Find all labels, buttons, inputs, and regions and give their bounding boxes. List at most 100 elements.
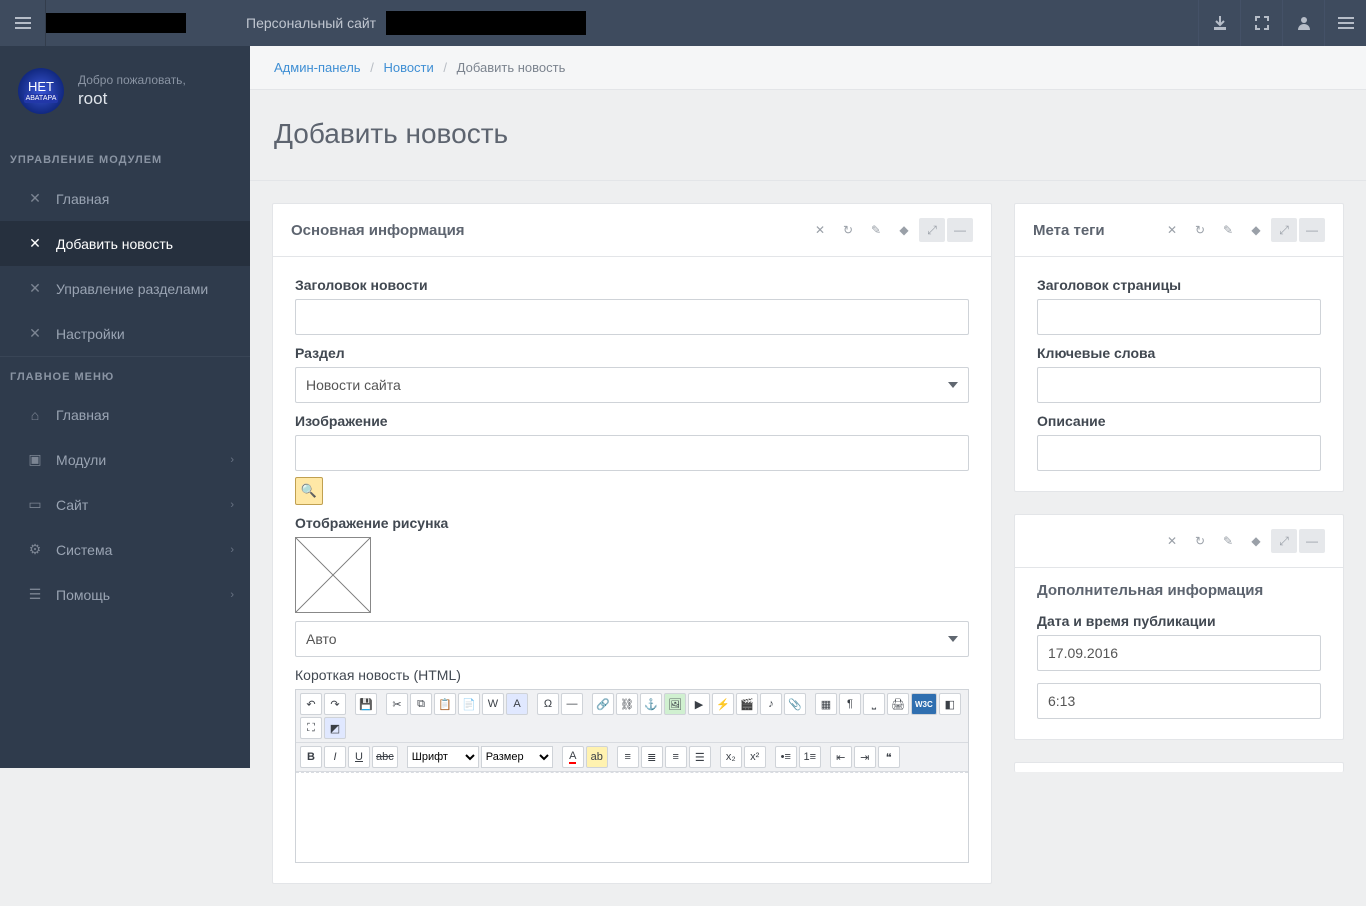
label-meta-title: Заголовок страницы bbox=[1037, 277, 1321, 293]
refresh-icon[interactable]: ↻ bbox=[835, 218, 861, 242]
input-meta-title[interactable] bbox=[1037, 299, 1321, 335]
refresh-icon[interactable]: ↻ bbox=[1187, 529, 1213, 553]
nav-module-settings[interactable]: ✕ Настройки bbox=[0, 311, 250, 356]
undo-icon[interactable]: ↶ bbox=[300, 693, 322, 715]
video-icon[interactable]: 🎬 bbox=[736, 693, 758, 715]
nav-module-home[interactable]: ✕ Главная bbox=[0, 176, 250, 221]
expand-icon[interactable]: ⤢ bbox=[919, 218, 945, 242]
user-icon[interactable] bbox=[1282, 0, 1324, 46]
hamburger-icon[interactable] bbox=[0, 0, 46, 46]
para-icon[interactable]: ¶ bbox=[839, 693, 861, 715]
w3c-icon[interactable]: W3C bbox=[911, 693, 937, 715]
nav-main-help[interactable]: ☰ Помощь › bbox=[0, 572, 250, 617]
input-news-title[interactable] bbox=[295, 299, 969, 335]
nav-module-sections[interactable]: ✕ Управление разделами bbox=[0, 266, 250, 311]
drop-icon[interactable]: ◆ bbox=[1243, 218, 1269, 242]
align-right-icon[interactable]: ≡ bbox=[665, 746, 687, 768]
input-pub-time[interactable] bbox=[1037, 683, 1321, 719]
menu-icon[interactable] bbox=[1324, 0, 1366, 46]
input-meta-description[interactable] bbox=[1037, 435, 1321, 471]
indent-icon[interactable]: ⇥ bbox=[854, 746, 876, 768]
size-select[interactable]: Размер bbox=[481, 746, 553, 768]
cut-icon[interactable]: ✂ bbox=[386, 693, 408, 715]
sub-icon[interactable]: x₂ bbox=[720, 746, 742, 768]
input-pub-date[interactable] bbox=[1037, 635, 1321, 671]
nav-module-add-news[interactable]: ✕ Добавить новость bbox=[0, 221, 250, 266]
eraser-icon[interactable]: ◧ bbox=[939, 693, 961, 715]
shuffle-icon: ✕ bbox=[24, 325, 46, 342]
nav-main-home[interactable]: ⌂ Главная bbox=[0, 393, 250, 437]
align-center-icon[interactable]: ≣ bbox=[641, 746, 663, 768]
refresh-icon[interactable]: ↻ bbox=[1187, 218, 1213, 242]
crumb-admin[interactable]: Админ-панель bbox=[274, 60, 361, 75]
input-image[interactable] bbox=[295, 435, 969, 471]
underline-icon[interactable]: U bbox=[348, 746, 370, 768]
collapse-icon[interactable]: — bbox=[1299, 529, 1325, 553]
drop-icon[interactable]: ◆ bbox=[891, 218, 917, 242]
audio-icon[interactable]: ♪ bbox=[760, 693, 782, 715]
input-meta-keywords[interactable] bbox=[1037, 367, 1321, 403]
media-icon[interactable]: ▶ bbox=[688, 693, 710, 715]
anchor-icon[interactable]: ⚓ bbox=[640, 693, 662, 715]
print-icon[interactable]: 🖨 bbox=[887, 693, 909, 715]
bg-color-icon[interactable]: ab bbox=[586, 746, 608, 768]
strike-icon[interactable]: abc bbox=[372, 746, 398, 768]
select-image-display[interactable]: Авто bbox=[295, 621, 969, 657]
expand-icon[interactable]: ⤢ bbox=[1271, 529, 1297, 553]
outdent-icon[interactable]: ⇤ bbox=[830, 746, 852, 768]
close-icon[interactable]: ✕ bbox=[1159, 218, 1185, 242]
quote-icon[interactable]: ❝ bbox=[878, 746, 900, 768]
select-all-icon[interactable]: A bbox=[506, 693, 528, 715]
paste-plain-icon[interactable]: 📄 bbox=[458, 693, 480, 715]
link-icon[interactable]: 🔗 bbox=[592, 693, 614, 715]
label-section: Раздел bbox=[295, 345, 969, 361]
browse-image-button[interactable]: 🔍 bbox=[295, 477, 323, 505]
panel-cutoff bbox=[1014, 762, 1344, 772]
crumb-news[interactable]: Новости bbox=[383, 60, 433, 75]
save-icon[interactable]: 💾 bbox=[355, 693, 377, 715]
bold-icon[interactable]: B bbox=[300, 746, 322, 768]
editor-body[interactable] bbox=[296, 772, 968, 862]
edit-icon[interactable]: ✎ bbox=[1215, 529, 1241, 553]
paste-word-icon[interactable]: W bbox=[482, 693, 504, 715]
sup-icon[interactable]: x² bbox=[744, 746, 766, 768]
expand-icon[interactable]: ⤢ bbox=[1271, 218, 1297, 242]
italic-icon[interactable]: I bbox=[324, 746, 346, 768]
nav-main-system[interactable]: ⚙ Система › bbox=[0, 527, 250, 572]
collapse-icon[interactable]: — bbox=[947, 218, 973, 242]
close-icon[interactable]: ✕ bbox=[1159, 529, 1185, 553]
drop-icon[interactable]: ◆ bbox=[1243, 529, 1269, 553]
text-color-icon[interactable]: A bbox=[562, 746, 584, 768]
select-section[interactable]: Новости сайта bbox=[295, 367, 969, 403]
download-icon[interactable] bbox=[1198, 0, 1240, 46]
source-icon[interactable]: ◩ bbox=[324, 717, 346, 739]
fullscreen-editor-icon[interactable]: ⛶ bbox=[300, 717, 322, 739]
table-icon[interactable]: ▦ bbox=[815, 693, 837, 715]
panel-main-title: Основная информация bbox=[291, 222, 807, 239]
flash-icon[interactable]: ⚡ bbox=[712, 693, 734, 715]
ol-icon[interactable]: 1≡ bbox=[799, 746, 821, 768]
file-icon[interactable]: 📎 bbox=[784, 693, 806, 715]
font-select[interactable]: Шрифт bbox=[407, 746, 479, 768]
shuffle-icon: ✕ bbox=[24, 190, 46, 207]
close-icon[interactable]: ✕ bbox=[807, 218, 833, 242]
paste-icon[interactable]: 📋 bbox=[434, 693, 456, 715]
align-left-icon[interactable]: ≡ bbox=[617, 746, 639, 768]
spacer-icon[interactable]: ⎵ bbox=[863, 693, 885, 715]
edit-icon[interactable]: ✎ bbox=[863, 218, 889, 242]
edit-icon[interactable]: ✎ bbox=[1215, 218, 1241, 242]
hr-icon[interactable]: — bbox=[561, 693, 583, 715]
gear-icon: ⚙ bbox=[24, 541, 46, 558]
redo-icon[interactable]: ↷ bbox=[324, 693, 346, 715]
collapse-icon[interactable]: — bbox=[1299, 218, 1325, 242]
html-editor: ↶ ↷ 💾 ✂ ⧉ 📋 📄 W A Ω bbox=[295, 689, 969, 863]
ul-icon[interactable]: •≡ bbox=[775, 746, 797, 768]
nav-main-site[interactable]: ▭ Сайт › bbox=[0, 482, 250, 527]
nav-main-modules[interactable]: ▣ Модули › bbox=[0, 437, 250, 482]
fullscreen-icon[interactable] bbox=[1240, 0, 1282, 46]
image-icon[interactable]: 🖼 bbox=[664, 693, 686, 715]
align-justify-icon[interactable]: ☰ bbox=[689, 746, 711, 768]
copy-icon[interactable]: ⧉ bbox=[410, 693, 432, 715]
unlink-icon[interactable]: ⛓ bbox=[616, 693, 638, 715]
special-char-icon[interactable]: Ω bbox=[537, 693, 559, 715]
